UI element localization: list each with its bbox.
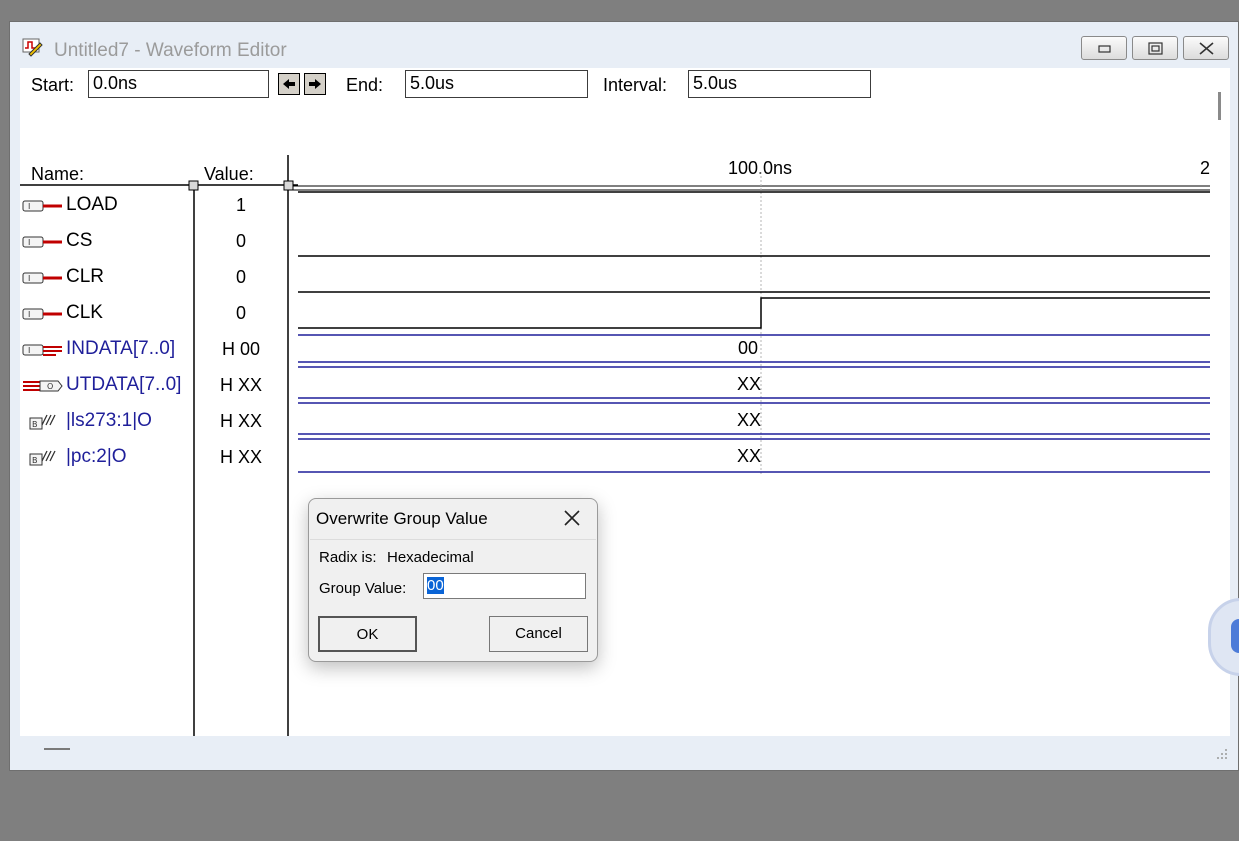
svg-text:I: I	[28, 238, 30, 247]
status-bar	[20, 736, 1230, 770]
start-label: Start:	[31, 75, 75, 95]
ls273-bus-value: XX	[737, 410, 762, 430]
close-icon[interactable]	[561, 507, 583, 529]
signal-name-clr[interactable]: CLR	[66, 265, 104, 289]
waveform-pane: Name: Value: 100.0ns 2 00 XX XX XX I LOA…	[20, 108, 1210, 736]
signal-value-pc[interactable]: H XX	[196, 445, 286, 469]
signal-name-clk[interactable]: CLK	[66, 301, 103, 325]
svg-text:I: I	[28, 346, 30, 355]
signal-value-ls273[interactable]: H XX	[196, 409, 286, 433]
group-value-text: 00	[427, 577, 444, 594]
end-field[interactable]: 5.0us	[405, 70, 588, 98]
interval-field[interactable]: 5.0us	[688, 70, 871, 98]
signal-value-indata[interactable]: H 00	[196, 337, 286, 361]
input-pin-icon: I	[22, 308, 62, 320]
signal-name-pc[interactable]: |pc:2|O	[66, 445, 127, 469]
svg-text:B: B	[32, 456, 38, 465]
close-window-button[interactable]	[1183, 36, 1229, 60]
utdata-bus-value: XX	[737, 374, 762, 394]
group-value-input[interactable]: 00	[423, 573, 586, 599]
close-icon	[1199, 42, 1214, 55]
dialog-title: Overwrite Group Value	[316, 509, 488, 528]
signal-value-load[interactable]: 1	[196, 193, 286, 217]
vertical-scroll-thumb[interactable]	[1218, 92, 1221, 120]
overwrite-group-value-dialog: Overwrite Group Value Radix is: Hexadeci…	[308, 498, 598, 662]
start-field[interactable]: 0.0ns	[88, 70, 269, 98]
arrow-left-icon	[283, 79, 295, 89]
input-bus-icon: I	[22, 344, 62, 356]
svg-text:I: I	[28, 274, 30, 283]
svg-text:I: I	[28, 202, 30, 211]
ok-button[interactable]: OK	[318, 616, 417, 652]
indata-bus-value: 00	[738, 338, 759, 358]
time-range-toolbar: Start: 0.0ns End: 5.0us Interval: 5.0us	[20, 68, 1220, 108]
signal-name-cs[interactable]: CS	[66, 229, 92, 253]
restore-button[interactable]	[1132, 36, 1178, 60]
input-pin-icon: I	[22, 236, 62, 248]
group-value-label: Group Value:	[319, 580, 407, 597]
scroll-right-button[interactable]	[304, 73, 326, 95]
arrow-right-icon	[309, 79, 321, 89]
assistant-icon	[1231, 619, 1239, 653]
clk-trace[interactable]	[298, 297, 1210, 329]
signal-value-cs[interactable]: 0	[196, 229, 286, 253]
minimize-button[interactable]	[1081, 36, 1127, 60]
signal-name-ls273[interactable]: |ls273:1|O	[66, 409, 152, 433]
input-pin-icon: I	[22, 200, 62, 212]
buried-node-icon: B	[29, 450, 56, 466]
minimize-icon	[1098, 45, 1111, 53]
interval-label: Interval:	[603, 75, 668, 95]
radix-label: Radix is:	[319, 549, 377, 566]
buried-node-icon: B	[29, 414, 56, 430]
svg-text:B: B	[32, 420, 38, 429]
radix-value: Hexadecimal	[387, 549, 474, 566]
waveform-editor-window: Untitled7 - Waveform Editor Start: 0.0ns	[9, 21, 1239, 771]
input-pin-icon: I	[22, 272, 62, 284]
window-title: Untitled7 - Waveform Editor	[54, 40, 287, 61]
end-label: End:	[346, 75, 384, 95]
signal-value-clk[interactable]: 0	[196, 301, 286, 325]
waveform-app-icon	[22, 38, 43, 57]
signal-name-utdata[interactable]: UTDATA[7..0]	[66, 373, 181, 397]
svg-text:O: O	[47, 382, 53, 391]
signal-name-load[interactable]: LOAD	[66, 193, 118, 217]
dialog-title-separator	[310, 539, 596, 540]
signal-name-indata[interactable]: INDATA[7..0]	[66, 337, 175, 361]
svg-text:I: I	[28, 310, 30, 319]
restore-icon	[1148, 42, 1163, 55]
cancel-button[interactable]: Cancel	[489, 616, 588, 652]
signal-value-clr[interactable]: 0	[196, 265, 286, 289]
signal-value-utdata[interactable]: H XX	[196, 373, 286, 397]
scroll-left-button[interactable]	[278, 73, 300, 95]
output-bus-icon: O	[23, 380, 63, 392]
horizontal-scroll-thumb[interactable]	[44, 748, 70, 750]
resize-grip-icon[interactable]	[1216, 748, 1228, 760]
title-bar[interactable]: Untitled7 - Waveform Editor	[10, 22, 1238, 67]
pc-bus-value: XX	[737, 446, 762, 466]
